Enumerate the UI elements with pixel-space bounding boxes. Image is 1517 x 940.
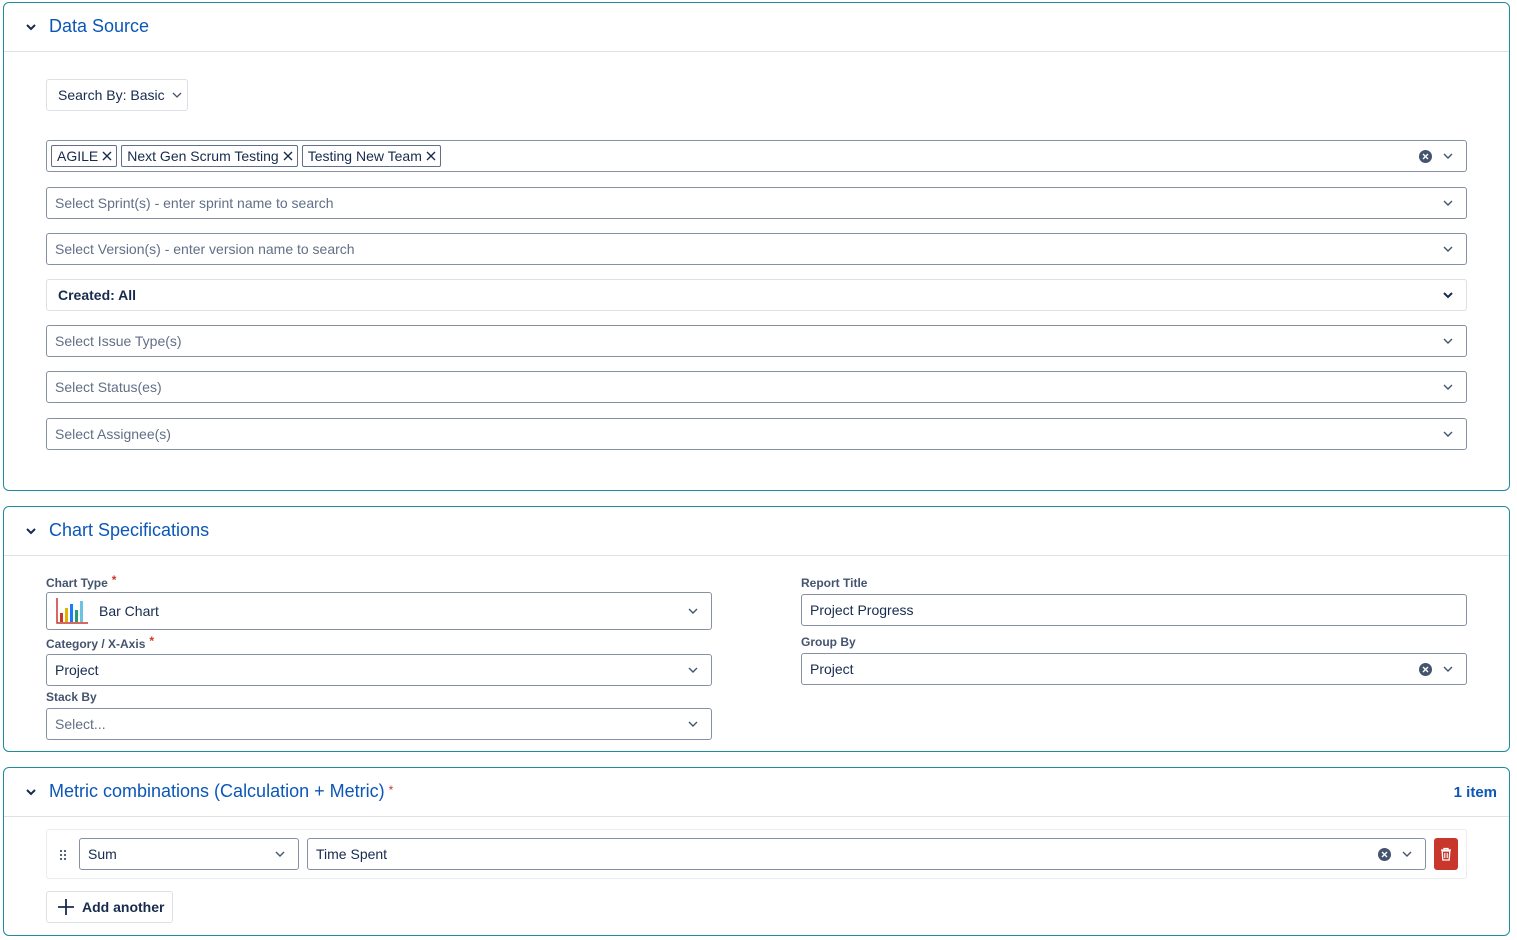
remove-tag-icon[interactable] — [283, 151, 293, 161]
metrics-panel: Metric combinations (Calculation + Metri… — [3, 767, 1510, 936]
chevron-down-icon[interactable] — [1442, 335, 1454, 347]
required-asterisk: * — [388, 783, 394, 797]
project-multiselect[interactable]: AGILE Next Gen Scrum Testing Testing New… — [46, 140, 1467, 172]
group-by-select[interactable]: Project — [801, 653, 1467, 685]
chart-spec-title: Chart Specifications — [49, 520, 210, 540]
status-select[interactable]: Select Status(es) — [46, 371, 1467, 403]
drag-handle-icon[interactable] — [59, 849, 67, 861]
project-tag: Next Gen Scrum Testing — [121, 145, 298, 167]
delete-row-button[interactable] — [1434, 838, 1458, 870]
category-select[interactable]: Project — [46, 654, 712, 686]
trash-icon — [1441, 847, 1451, 861]
chart-spec-header: Chart Specifications — [4, 507, 1509, 556]
version-select[interactable]: Select Version(s) - enter version name t… — [46, 233, 1467, 265]
chevron-down-icon — [172, 92, 182, 98]
chart-type-value: Bar Chart — [99, 603, 159, 619]
remove-tag-icon[interactable] — [426, 151, 436, 161]
calculation-value: Sum — [88, 846, 117, 862]
collapse-chevron-icon[interactable] — [24, 785, 38, 799]
metrics-header: Metric combinations (Calculation + Metri… — [4, 768, 1509, 817]
issue-type-select[interactable]: Select Issue Type(s) — [46, 325, 1467, 357]
issue-type-placeholder: Select Issue Type(s) — [55, 333, 182, 349]
calculation-select[interactable]: Sum — [79, 838, 299, 870]
category-value: Project — [55, 662, 99, 678]
assignee-select[interactable]: Select Assignee(s) — [46, 418, 1467, 450]
clear-icon[interactable] — [1419, 663, 1432, 676]
chevron-down-icon[interactable] — [1442, 243, 1454, 255]
sprint-select[interactable]: Select Sprint(s) - enter sprint name to … — [46, 187, 1467, 219]
assignee-placeholder: Select Assignee(s) — [55, 426, 171, 442]
chevron-down-icon[interactable] — [1442, 663, 1454, 675]
stack-by-label: Stack By — [46, 690, 97, 704]
chevron-down-icon[interactable] — [274, 848, 286, 860]
remove-tag-icon[interactable] — [102, 151, 112, 161]
metrics-title: Metric combinations (Calculation + Metri… — [49, 781, 394, 801]
plus-icon — [58, 899, 74, 915]
data-source-panel: Data Source Search By: Basic AGILE Next … — [3, 2, 1510, 491]
metric-select[interactable]: Time Spent — [307, 838, 1426, 870]
collapse-chevron-icon[interactable] — [24, 20, 38, 34]
chevron-down-icon[interactable] — [687, 664, 699, 676]
category-label: Category / X-Axis * — [46, 634, 155, 651]
chevron-down-icon[interactable] — [1442, 428, 1454, 440]
chevron-down-icon[interactable] — [687, 718, 699, 730]
status-placeholder: Select Status(es) — [55, 379, 162, 395]
bar-chart-icon — [56, 598, 88, 624]
project-tag: AGILE — [51, 145, 118, 167]
metric-value: Time Spent — [316, 846, 388, 862]
add-another-button[interactable]: Add another — [46, 891, 173, 923]
project-tag-label: Testing New Team — [307, 148, 422, 164]
collapse-chevron-icon[interactable] — [24, 524, 38, 538]
version-placeholder: Select Version(s) - enter version name t… — [55, 241, 355, 257]
chart-spec-panel: Chart Specifications Chart Type * Bar Cha… — [3, 506, 1510, 752]
report-title-label: Report Title — [801, 576, 868, 590]
chevron-down-icon[interactable] — [1442, 381, 1454, 393]
created-filter[interactable]: Created: All — [46, 279, 1467, 311]
clear-icon[interactable] — [1378, 848, 1391, 861]
clear-icon[interactable] — [1419, 150, 1432, 163]
metrics-count: 1 item — [1453, 784, 1497, 801]
chart-type-label: Chart Type * — [46, 573, 117, 590]
chevron-down-icon[interactable] — [1442, 197, 1454, 209]
group-by-value: Project — [810, 661, 854, 677]
report-title-input[interactable]: Project Progress — [801, 594, 1467, 626]
required-asterisk: * — [149, 634, 155, 648]
add-another-label: Add another — [82, 899, 165, 915]
report-title-value: Project Progress — [810, 602, 914, 618]
required-asterisk: * — [111, 573, 117, 587]
chart-type-select[interactable]: Bar Chart — [46, 592, 712, 630]
project-tag: Testing New Team — [301, 145, 441, 167]
sprint-placeholder: Select Sprint(s) - enter sprint name to … — [55, 195, 334, 211]
chevron-down-icon[interactable] — [1442, 289, 1454, 301]
project-tag-label: AGILE — [57, 148, 99, 164]
project-tag-label: Next Gen Scrum Testing — [127, 148, 279, 164]
group-by-label: Group By — [801, 635, 856, 649]
search-by-button[interactable]: Search By: Basic — [46, 79, 188, 111]
chevron-down-icon[interactable] — [687, 605, 699, 617]
created-label: Created: All — [58, 287, 137, 303]
chevron-down-icon[interactable] — [1442, 150, 1454, 162]
search-by-label: Search By: Basic — [58, 87, 165, 103]
data-source-header: Data Source — [4, 3, 1509, 52]
stack-by-select[interactable]: Select... — [46, 708, 712, 740]
chevron-down-icon[interactable] — [1401, 848, 1413, 860]
stack-by-placeholder: Select... — [55, 716, 106, 732]
metric-row: Sum Time Spent — [46, 829, 1467, 879]
data-source-title: Data Source — [49, 16, 150, 36]
